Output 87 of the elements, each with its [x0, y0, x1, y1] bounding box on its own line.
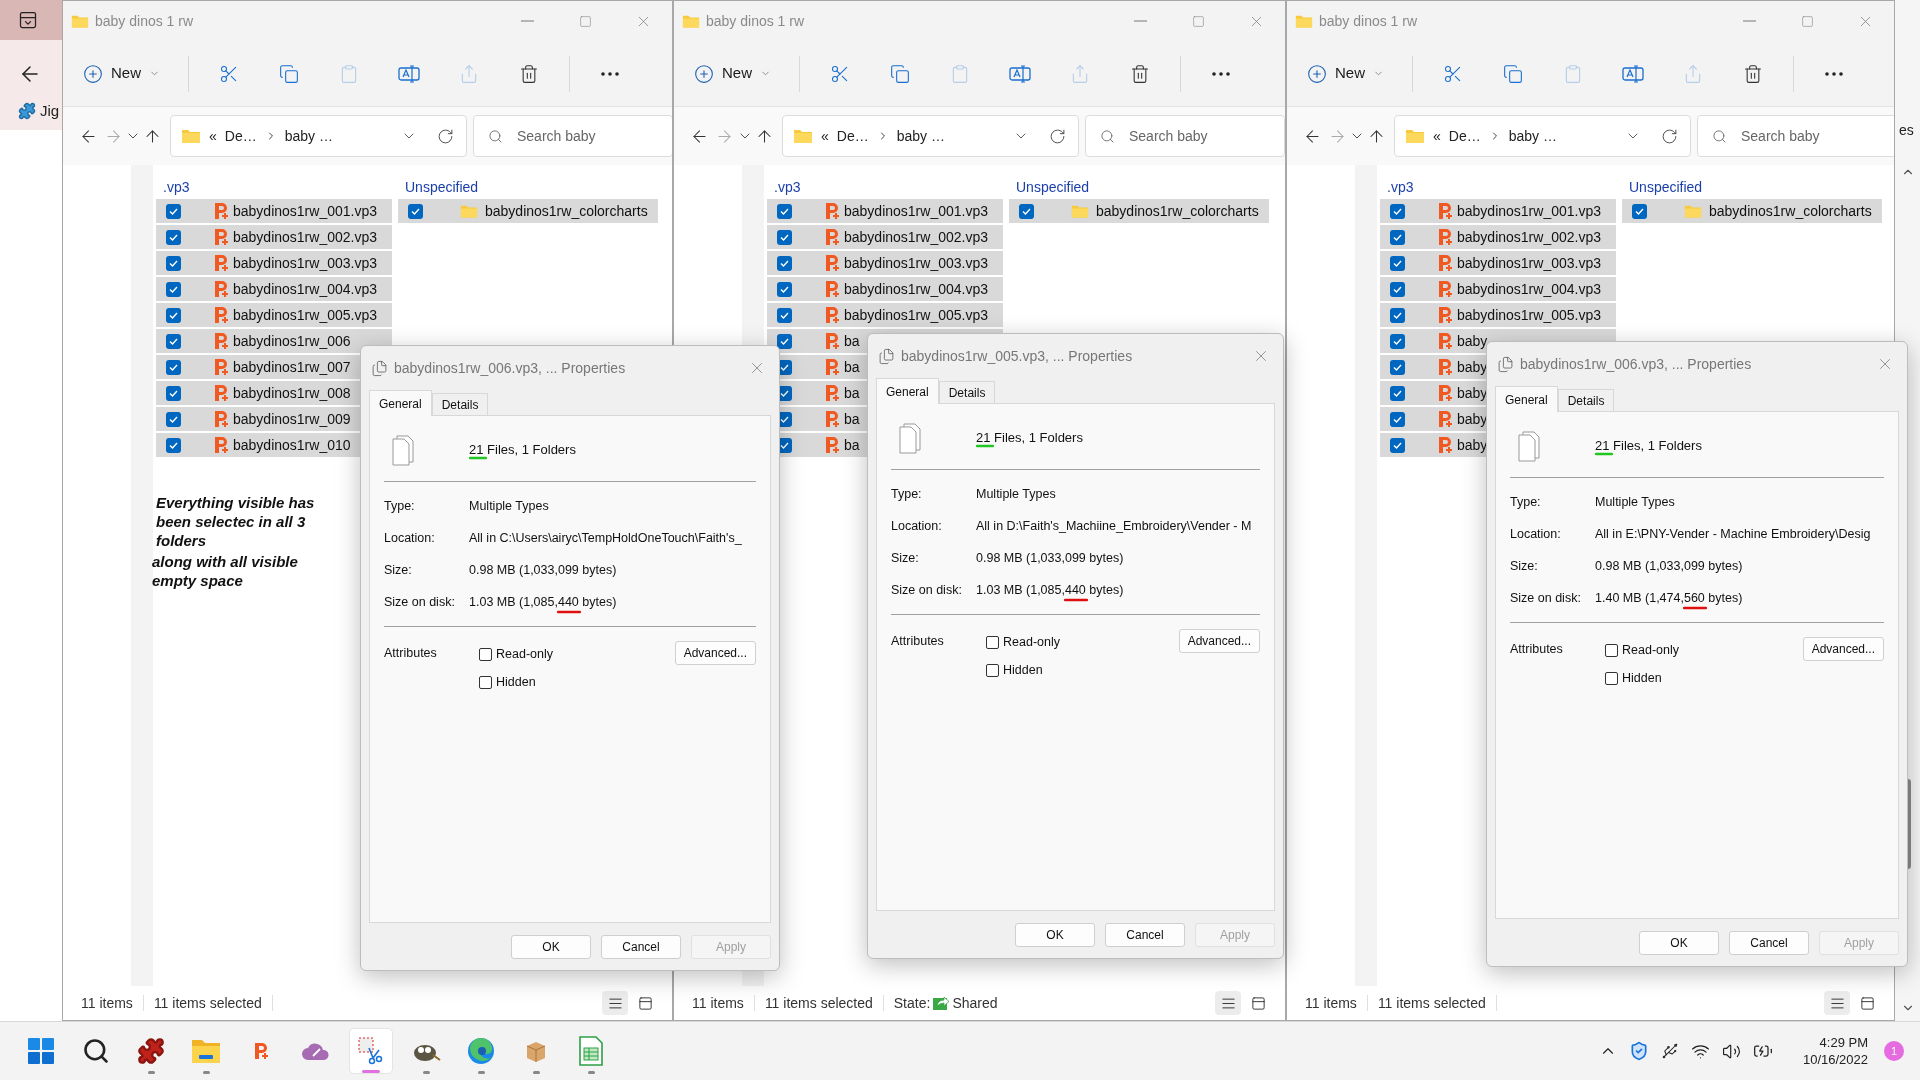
property-value: 0.98 MB (1,033,099 bytes) [1595, 558, 1743, 573]
window-title: baby dinos 1 rw [1319, 11, 1418, 31]
property-value: Multiple Types [1595, 494, 1675, 509]
file-name: ba [844, 357, 860, 377]
property-label: Size on disk: [1510, 589, 1582, 607]
attributes-label: Attributes [384, 645, 438, 662]
item-count: 11 items [81, 993, 133, 1013]
file-name: babydinos1rw_009 [233, 409, 351, 429]
item-count: 11 items [1305, 993, 1357, 1013]
checkbox-label: Hidden [1003, 661, 1043, 679]
property-label: Size on disk: [384, 593, 456, 611]
selection-summary: 21 Files, 1 Folders [469, 441, 576, 457]
file-name: babydinos1rw_008 [233, 383, 351, 403]
checkbox-label: Read-only [496, 646, 553, 663]
file-name: baby [1457, 435, 1488, 455]
file-name: baby [1457, 383, 1488, 403]
attributes-label: Attributes [891, 633, 945, 650]
file-name: babydinos1rw_002.vp3 [1457, 227, 1601, 247]
selection-summary: 21 Files, 1 Folders [1595, 437, 1702, 453]
file-name: babydinos1rw_colorcharts [1096, 201, 1259, 221]
file-name: babydinos1rw_005.vp3 [233, 305, 377, 325]
item-count: 11 items [692, 993, 744, 1013]
property-value: 1.03 MB (1,085,440 bytes) [976, 582, 1124, 597]
file-name: ba [844, 331, 860, 351]
annotation-note: along with all visible empty space [152, 552, 299, 590]
state-label: State: [893, 993, 931, 1013]
file-name: babydinos1rw_003.vp3 [233, 253, 377, 273]
property-label: Size on disk: [891, 581, 963, 599]
file-name: babydinos1rw_004.vp3 [844, 279, 988, 299]
file-name: babydinos1rw_002.vp3 [233, 227, 377, 247]
checkbox-label: Read-only [1622, 642, 1679, 659]
selection-count: 11 items selected [764, 993, 873, 1013]
property-label: Type: [384, 497, 416, 515]
property-label: Type: [1510, 493, 1542, 511]
file-name: babydinos1rw_003.vp3 [844, 253, 988, 273]
property-value: Multiple Types [469, 498, 549, 513]
file-name: ba [844, 435, 860, 455]
property-label: Location: [891, 517, 943, 535]
property-value: All in D:\Faith's_Machiine_Embroidery\Vender - M [976, 518, 1252, 533]
property-value: 1.40 MB (1,474,560 bytes) [1595, 590, 1743, 605]
property-label: Type: [891, 485, 923, 503]
file-name: baby [1457, 409, 1488, 429]
property-value: All in E:\PNY-Vender - Machine Embroidery\Desig [1595, 526, 1871, 541]
edge-text: es [1899, 121, 1914, 140]
selection-count: 11 items selected [1377, 993, 1486, 1013]
dialog-title: babydinos1rw_006.vp3, ... Properties [394, 358, 626, 378]
property-label: Location: [1510, 525, 1562, 543]
property-value: 1.03 MB (1,085,440 bytes) [469, 594, 617, 609]
file-name: babydinos1rw_004.vp3 [233, 279, 377, 299]
file-name: babydinos1rw_002.vp3 [844, 227, 988, 247]
file-name: ba [844, 383, 860, 403]
file-name: babydinos1rw_006 [233, 331, 351, 351]
property-value: Multiple Types [976, 486, 1056, 501]
checkbox-label: Read-only [1003, 634, 1060, 651]
file-name: babydinos1rw_001.vp3 [844, 201, 988, 221]
dialog-title: babydinos1rw_005.vp3, ... Properties [901, 346, 1133, 366]
file-name: ba [844, 409, 860, 429]
selection-summary: 21 Files, 1 Folders [976, 429, 1083, 445]
address-prefix: « [821, 126, 829, 146]
file-name: babydinos1rw_005.vp3 [1457, 305, 1601, 325]
property-label: Size: [891, 549, 920, 567]
window-title: baby dinos 1 rw [95, 11, 194, 31]
property-value: 0.98 MB (1,033,099 bytes) [469, 562, 617, 577]
checkbox-label: Hidden [496, 673, 536, 691]
selection-count: 11 items selected [153, 993, 262, 1013]
file-name: babydinos1rw_colorcharts [485, 201, 648, 221]
file-name: babydinos1rw_001.vp3 [1457, 201, 1601, 221]
window-title: baby dinos 1 rw [706, 11, 805, 31]
file-name: babydinos1rw_007 [233, 357, 351, 377]
file-name: babydinos1rw_005.vp3 [844, 305, 988, 325]
file-name: babydinos1rw_010 [233, 435, 351, 455]
address-prefix: « [209, 126, 217, 146]
state-value: Shared [952, 993, 998, 1013]
property-value: 0.98 MB (1,033,099 bytes) [976, 550, 1124, 565]
checkbox-label: Hidden [1622, 669, 1662, 687]
property-label: Location: [384, 529, 436, 547]
property-label: Size: [1510, 557, 1539, 575]
address-prefix: « [1433, 126, 1441, 146]
file-name: babydinos1rw_colorcharts [1709, 201, 1872, 221]
file-name: babydinos1rw_004.vp3 [1457, 279, 1601, 299]
property-label: Size: [384, 561, 413, 579]
attributes-label: Attributes [1510, 641, 1564, 658]
file-name: baby [1457, 331, 1488, 351]
file-name: baby [1457, 357, 1488, 377]
file-name: babydinos1rw_003.vp3 [1457, 253, 1601, 273]
property-value: All in C:\Users\airyc\TempHoldOneTouch\Faith's_ [469, 530, 742, 545]
file-name: babydinos1rw_001.vp3 [233, 201, 377, 221]
